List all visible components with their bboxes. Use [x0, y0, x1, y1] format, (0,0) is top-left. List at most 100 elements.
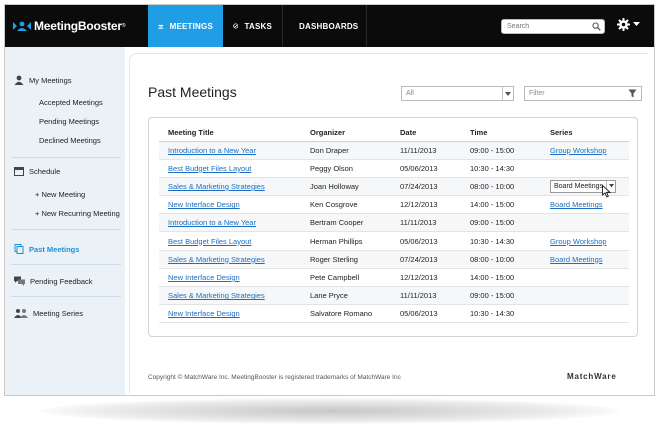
filter-select[interactable]: All — [401, 86, 514, 101]
settings-menu[interactable] — [617, 18, 640, 31]
sidebar-divider — [11, 264, 121, 265]
cell-time: 14:00 - 15:00 — [461, 268, 541, 288]
cell-series — [541, 213, 629, 233]
cell-date: 07/24/2013 — [391, 250, 461, 269]
cell-date: 12/12/2013 — [391, 195, 461, 215]
trademark-mark: ® — [121, 23, 126, 29]
cell-date: 07/24/2013 — [391, 177, 461, 197]
tab-dashboards[interactable]: DASHBOARDS — [283, 5, 367, 47]
sidebar-item-accepted-meetings[interactable]: Accepted Meetings — [5, 93, 125, 112]
cell-series — [541, 159, 629, 178]
window-shadow — [40, 398, 620, 424]
column-header-date[interactable]: Date — [391, 124, 461, 142]
meeting-title-link[interactable]: Sales & Marketing Strategies — [168, 182, 265, 191]
sidebar-item-pending-meetings[interactable]: Pending Meetings — [5, 112, 125, 131]
top-navigation-bar: MeetingBooster ® MEETINGS TASKS DASHBOARD… — [5, 5, 654, 47]
table-row[interactable]: Best Budget Files Layout Herman Phillips 0… — [159, 231, 629, 251]
meetingbooster-logo-icon — [13, 21, 31, 31]
cell-series — [541, 304, 629, 324]
sidebar-item-schedule[interactable]: Schedule — [5, 164, 125, 178]
sidebar-divider — [11, 157, 121, 158]
meeting-title-link[interactable]: Introduction to a New Year — [168, 218, 256, 227]
sidebar-item-label: Past Meetings — [29, 244, 80, 254]
table-row[interactable]: New Interface Design Salvatore Romano 05/0… — [159, 304, 629, 324]
table-row[interactable]: Best Budget Files Layout Peggy Olson 05/06… — [159, 159, 629, 178]
sidebar-item-pending-feedback[interactable]: Pending Feedback — [5, 274, 125, 288]
table-row[interactable]: Introduction to a New Year Bertram Cooper… — [159, 213, 629, 233]
chevron-down-icon — [633, 22, 640, 26]
funnel-icon[interactable] — [628, 89, 637, 98]
cell-organizer: Don Draper — [301, 141, 391, 160]
search-input[interactable] — [502, 20, 588, 33]
sidebar-divider — [11, 229, 121, 230]
series-link[interactable]: Board Meetings — [550, 255, 603, 264]
cell-meeting-title: Best Budget Files Layout — [159, 159, 301, 178]
cell-series: Board Meetings — [541, 177, 629, 197]
meeting-title-link[interactable]: Sales & Marketing Strategies — [168, 255, 265, 264]
cell-meeting-title: Introduction to a New Year — [159, 213, 301, 233]
cell-meeting-title: Best Budget Files Layout — [159, 231, 301, 251]
cell-meeting-title: Sales & Marketing Strategies — [159, 177, 301, 197]
cell-date: 11/11/2013 — [391, 141, 461, 160]
sidebar-item-new-recurring-meeting[interactable]: + New Recurring Meeting — [5, 204, 125, 223]
calendar-icon — [14, 167, 24, 176]
mouse-cursor-icon — [602, 185, 611, 198]
column-header-series[interactable]: Series — [541, 124, 629, 142]
cell-time: 10:30 - 14:30 — [461, 159, 541, 178]
table-row[interactable]: Sales & Marketing Strategies Roger Sterli… — [159, 250, 629, 269]
column-header-time[interactable]: Time — [461, 124, 541, 142]
table-row[interactable]: Sales & Marketing Strategies Lane Pryce 11… — [159, 286, 629, 306]
meeting-title-link[interactable]: Sales & Marketing Strategies — [168, 291, 265, 300]
sidebar-item-label: Meeting Series — [33, 308, 84, 318]
series-link[interactable]: Group Workshop — [550, 146, 607, 155]
table-row[interactable]: Introduction to a New Year Don Draper 11/1… — [159, 141, 629, 160]
cell-time: 14:00 - 15:00 — [461, 195, 541, 215]
cell-meeting-title: New Interface Design — [159, 195, 301, 215]
sidebar-item-declined-meetings[interactable]: Declined Meetings — [5, 131, 125, 150]
cell-series — [541, 286, 629, 306]
sidebar-section-past-meetings: Past Meetings — [5, 242, 125, 256]
meeting-title-link[interactable]: New Interface Design — [168, 309, 240, 318]
meetings-table-container: Meeting Title Organizer Date Time Series… — [148, 117, 638, 337]
cell-organizer: Salvatore Romano — [301, 304, 391, 324]
series-link[interactable]: Group Workshop — [550, 237, 607, 246]
table-row[interactable]: Sales & Marketing Strategies Joan Hollowa… — [159, 177, 629, 197]
sidebar-item-label: My Meetings — [29, 75, 72, 85]
table-row[interactable]: New Interface Design Pete Campbell 12/12/2… — [159, 268, 629, 288]
past-meetings-table: Meeting Title Organizer Date Time Series… — [159, 124, 629, 324]
cell-meeting-title: Sales & Marketing Strategies — [159, 286, 301, 306]
filter-input[interactable]: Filter — [525, 90, 628, 97]
sidebar-item-my-meetings[interactable]: My Meetings — [5, 73, 125, 87]
check-circle-icon — [233, 23, 239, 29]
chevron-down-icon — [502, 87, 513, 100]
meeting-title-link[interactable]: New Interface Design — [168, 273, 240, 282]
column-header-meeting-title[interactable]: Meeting Title — [159, 124, 301, 142]
sidebar-item-new-meeting[interactable]: + New Meeting — [5, 185, 125, 204]
footer-copyright: Copyright © MatchWare Inc. MeetingBooste… — [148, 374, 401, 381]
series-link[interactable]: Board Meetings — [550, 200, 603, 209]
sidebar-item-label: Schedule — [29, 166, 61, 176]
table-row[interactable]: New Interface Design Ken Cosgrove 12/12/20… — [159, 195, 629, 215]
cell-meeting-title: Sales & Marketing Strategies — [159, 250, 301, 269]
page-title: Past Meetings — [148, 84, 237, 100]
tab-tasks-label: TASKS — [244, 21, 272, 31]
search-icon[interactable] — [592, 22, 601, 31]
footer-brand: MatchWare — [567, 372, 617, 381]
meeting-title-link[interactable]: New Interface Design — [168, 200, 240, 209]
meeting-title-link[interactable]: Introduction to a New Year — [168, 146, 256, 155]
app-logo[interactable]: MeetingBooster ® — [13, 19, 126, 33]
cell-organizer: Pete Campbell — [301, 268, 391, 288]
tab-tasks[interactable]: TASKS — [223, 5, 283, 47]
filter-input-box[interactable]: Filter — [524, 86, 642, 101]
column-header-organizer[interactable]: Organizer — [301, 124, 391, 142]
search-box — [501, 19, 605, 34]
meeting-title-link[interactable]: Best Budget Files Layout — [168, 237, 251, 246]
sidebar-item-meeting-series[interactable]: Meeting Series — [5, 306, 125, 320]
cell-time: 09:00 - 15:00 — [461, 141, 541, 160]
meeting-title-link[interactable]: Best Budget Files Layout — [168, 164, 251, 173]
copy-documents-icon — [14, 244, 24, 254]
chat-bubbles-icon — [14, 276, 25, 286]
tab-meetings[interactable]: MEETINGS — [148, 5, 223, 47]
sidebar: My Meetings Accepted Meetings Pending Me… — [5, 47, 125, 395]
sidebar-item-past-meetings[interactable]: Past Meetings — [5, 242, 125, 256]
